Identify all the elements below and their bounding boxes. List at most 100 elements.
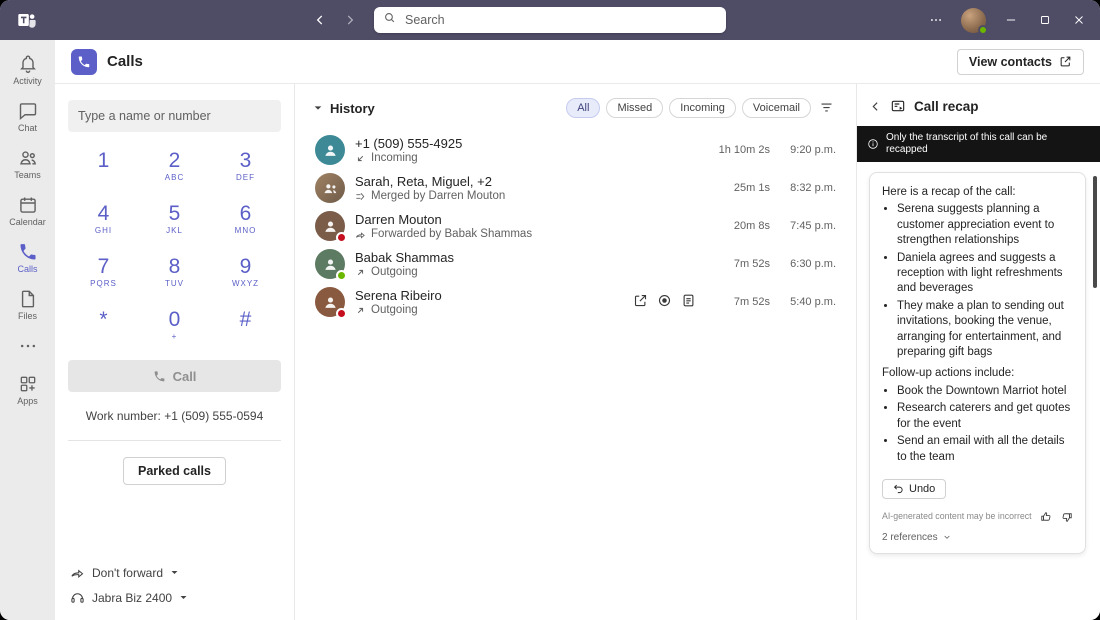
rail-item-activity[interactable]: Activity — [0, 46, 55, 93]
dialpad-key-6[interactable]: 6 MNO — [210, 193, 281, 246]
call-duration: 7m 52s — [733, 296, 770, 308]
rail-item-files[interactable]: Files — [0, 281, 55, 328]
rail-item-calendar[interactable]: Calendar — [0, 187, 55, 234]
dialpad-key-5[interactable]: 5 JKL — [139, 193, 210, 246]
dialpad-key-4[interactable]: 4 GHI — [68, 193, 139, 246]
call-recap-icon — [890, 98, 906, 114]
call-time: 5:40 p.m. — [790, 296, 836, 308]
dial-input[interactable] — [68, 100, 281, 132]
rail-item-chat[interactable]: Chat — [0, 93, 55, 140]
dialpad-key-7[interactable]: 7 PQRS — [68, 246, 139, 299]
history-filters: All Missed Incoming Voicemail — [566, 98, 836, 118]
call-recap-panel: Call recap Only the transcript of this c… — [857, 84, 1100, 620]
chevron-left-icon — [872, 101, 878, 111]
app-body: Activity Chat Teams Calendar Calls Files — [0, 40, 1100, 620]
presence-busy-dot — [336, 232, 347, 243]
bell-icon — [19, 55, 36, 73]
parked-calls-button[interactable]: Parked calls — [123, 457, 226, 485]
app-rail: Activity Chat Teams Calendar Calls Files — [0, 40, 55, 620]
outgoing-call-icon — [357, 307, 364, 313]
references-toggle[interactable]: 2 references — [882, 532, 951, 543]
rail-item-apps[interactable]: Apps — [0, 366, 55, 413]
dialpad-key-hash[interactable]: # — [210, 299, 281, 352]
forward-button[interactable] — [336, 7, 364, 33]
call-history-row[interactable]: Darren Mouton Forwarded by Babak Shammas… — [295, 207, 856, 245]
headset-icon — [71, 593, 84, 603]
page-header: Calls View contacts — [55, 40, 1100, 84]
recap-followup-list: Book the Downtown Marriot hotel Research… — [882, 384, 1073, 465]
transcript-icon — [683, 294, 694, 307]
rail-label: Calendar — [9, 217, 46, 227]
chevron-down-icon — [180, 596, 187, 599]
dialpad-panel: 1 2ABC 3DEF 4GHI 5JKL 6MNO 7PQRS 8TUV 9W… — [55, 84, 295, 620]
scrollbar-thumb[interactable] — [1093, 176, 1097, 288]
history-section-toggle[interactable]: History — [313, 101, 375, 116]
more-options-button[interactable] — [919, 0, 953, 40]
call-detail: Merged by Darren Mouton — [355, 190, 702, 202]
close-button[interactable] — [1062, 0, 1096, 40]
person-icon — [324, 259, 336, 270]
rail-label: Chat — [17, 123, 37, 133]
back-button[interactable] — [306, 7, 334, 33]
teams-logo-icon[interactable] — [16, 9, 38, 31]
dialpad-key-3[interactable]: 3 DEF — [210, 140, 281, 193]
dialpad-key-star[interactable]: * — [68, 299, 139, 352]
view-contacts-button[interactable]: View contacts — [956, 48, 1084, 75]
rail-item-calls[interactable]: Calls — [0, 234, 55, 281]
call-duration: 20m 8s — [733, 220, 770, 232]
record-icon — [658, 294, 671, 307]
call-button[interactable]: Call — [68, 360, 281, 392]
transcript-button[interactable] — [681, 293, 696, 311]
maximize-button[interactable] — [1028, 0, 1062, 40]
undo-button[interactable]: Undo — [882, 478, 947, 499]
forwarded-call-icon — [355, 231, 365, 239]
call-detail: Outgoing — [355, 266, 702, 278]
search-input[interactable] — [403, 12, 717, 28]
thumbs-up-button[interactable] — [1040, 511, 1052, 523]
filter-sort-button[interactable] — [817, 98, 836, 118]
recap-card: Here is a recap of the call: Serena sugg… — [869, 172, 1086, 554]
recap-bullet: Research caterers and get quotes for the… — [897, 401, 1073, 432]
undo-icon — [893, 485, 903, 494]
search-box[interactable] — [374, 7, 726, 33]
chevron-down-icon — [943, 536, 950, 540]
filter-voicemail[interactable]: Voicemail — [741, 98, 811, 118]
call-name: +1 (509) 555-4925 — [355, 136, 463, 151]
dialpad-key-8[interactable]: 8 TUV — [139, 246, 210, 299]
undo-label: Undo — [909, 482, 936, 495]
rail-item-teams[interactable]: Teams — [0, 140, 55, 187]
recap-bullet: Serena suggests planning a customer appr… — [897, 202, 1073, 248]
user-avatar[interactable] — [961, 7, 988, 35]
call-history-row[interactable]: Babak Shammas Outgoing 7m 52s 6:30 p.m. — [295, 245, 856, 283]
call-name: Babak Shammas — [355, 250, 454, 265]
history-panel: History All Missed Incoming Voicemail +1… — [295, 84, 857, 620]
forwarding-setting[interactable]: Don't forward — [68, 560, 281, 585]
recap-notice: Only the transcript of this call can be … — [857, 126, 1100, 162]
thumbs-down-button[interactable] — [1061, 511, 1073, 523]
minimize-button[interactable] — [994, 0, 1028, 40]
dialpad-key-1[interactable]: 1 — [68, 140, 139, 193]
presence-available-dot — [336, 270, 347, 281]
filter-incoming[interactable]: Incoming — [669, 98, 736, 118]
open-call-details-button[interactable] — [633, 293, 648, 311]
avatar — [315, 211, 347, 243]
call-history-row[interactable]: +1 (509) 555-4925 Incoming 1h 10m 2s 9:2… — [295, 131, 856, 169]
audio-device-setting[interactable]: Jabra Biz 2400 — [68, 585, 281, 610]
filter-missed[interactable]: Missed — [606, 98, 664, 118]
dialpad-key-0[interactable]: 0 + — [139, 299, 210, 352]
call-name: Sarah, Reta, Miguel, +2 — [355, 174, 492, 189]
call-button-label: Call — [172, 368, 197, 384]
recap-back-button[interactable] — [869, 100, 882, 113]
call-forward-icon — [71, 569, 84, 579]
rail-item-more[interactable] — [0, 328, 55, 366]
phone-icon — [20, 244, 35, 260]
dialpad-key-2[interactable]: 2 ABC — [139, 140, 210, 193]
person-icon — [324, 145, 336, 156]
call-history-row[interactable]: Serena Ribeiro Outgoing 7m 52s 5:40 p.m. — [295, 283, 856, 321]
recording-button[interactable] — [657, 293, 672, 311]
call-history-row[interactable]: Sarah, Reta, Miguel, +2 Merged by Darren… — [295, 169, 856, 207]
filter-all[interactable]: All — [566, 98, 601, 118]
ellipsis-icon — [20, 344, 35, 348]
dialpad-key-9[interactable]: 9 WXYZ — [210, 246, 281, 299]
outgoing-call-icon — [357, 269, 364, 275]
